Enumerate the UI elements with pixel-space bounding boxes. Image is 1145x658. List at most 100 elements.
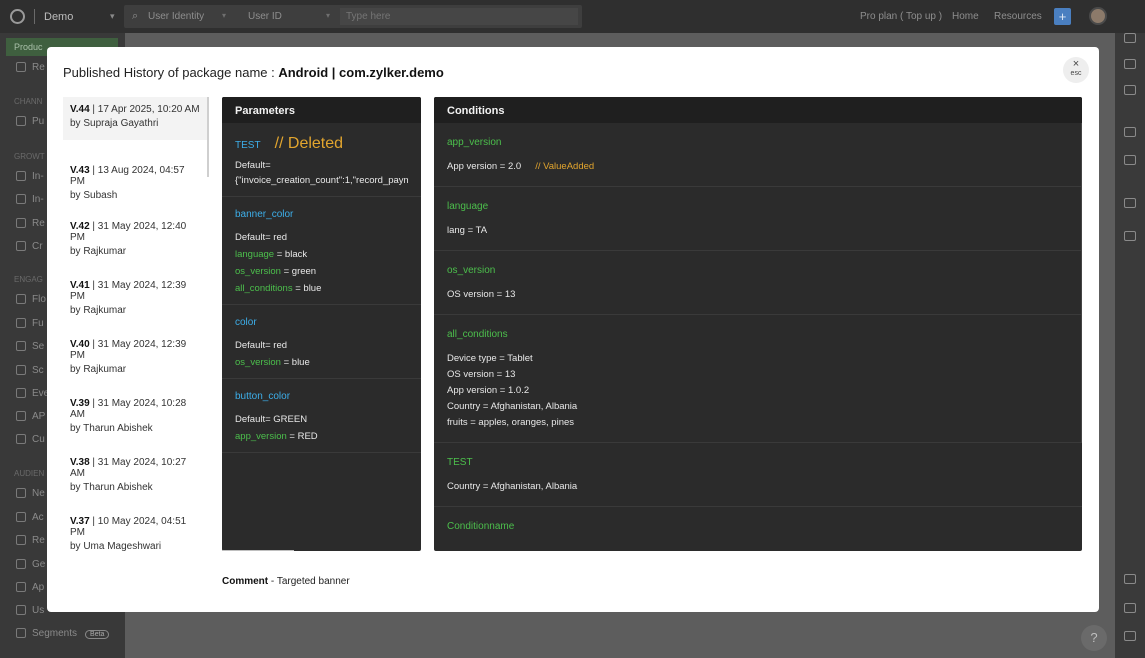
condition-ref: language	[235, 249, 275, 260]
menu-item-icon	[16, 411, 26, 422]
sidebar-section-label: GROWT	[14, 152, 45, 161]
condition-ref: app_version	[235, 431, 287, 442]
help-icon[interactable]: ?	[1081, 625, 1107, 651]
device-icon[interactable]	[1124, 127, 1136, 137]
condition-name: os_version	[447, 265, 496, 276]
search-bar: ⌕ User Identity ▾ User ID ▾	[124, 5, 582, 28]
parameter-heading: TEST // Deleted	[235, 135, 408, 153]
swap-icon[interactable]	[1124, 59, 1136, 69]
version-item[interactable]: V.44 | 17 Apr 2025, 10:20 AM by Supraja …	[63, 97, 208, 140]
list-icon[interactable]	[1124, 631, 1136, 641]
sidebar-item-label: Se	[32, 341, 45, 352]
sidebar-item-label: Sc	[32, 365, 44, 376]
version-author: by Rajkumar	[70, 305, 127, 316]
nav-home[interactable]: Home	[952, 11, 979, 22]
sidebar-item-label: Ne	[32, 488, 45, 499]
app-background: Demo ▾ ⌕ User Identity ▾ User ID ▾ Pro p…	[0, 0, 1145, 658]
search-icon: ⌕	[132, 10, 139, 22]
search-field-select[interactable]: User ID	[248, 11, 282, 22]
search-input[interactable]	[340, 8, 578, 25]
parameter-name: banner_color	[235, 209, 294, 220]
condition-value: Country = Afghanistan, Albania	[447, 481, 578, 492]
settings-icon[interactable]	[1124, 603, 1136, 613]
search-category-select[interactable]: User Identity	[148, 11, 204, 22]
condition-ref: all_conditions	[235, 283, 293, 294]
parameter-line: Default= red	[235, 340, 408, 351]
version-author: by Supraja Gayathri	[70, 118, 159, 129]
play-store-icon[interactable]	[1124, 231, 1136, 241]
panel-scrollbar[interactable]	[222, 550, 294, 551]
sidebar-item-label: Pu	[32, 116, 45, 127]
code-icon[interactable]	[1124, 85, 1136, 95]
parameter-block: banner_color Default= red language = bla…	[222, 197, 421, 305]
close-button[interactable]: × esc	[1063, 57, 1089, 83]
menu-item-icon	[16, 512, 26, 523]
users-icon[interactable]	[1124, 33, 1136, 43]
menu-item-icon	[16, 171, 26, 182]
parameter-block: color Default= red os_version = blue	[222, 305, 421, 379]
sidebar-item-label: Ge	[32, 559, 46, 570]
parameter-value: {"invoice_creation_count":1,"record_paym…	[235, 175, 408, 186]
menu-item-icon	[16, 559, 26, 570]
menu-item-icon	[16, 116, 26, 127]
sidebar-item-label: Re	[32, 535, 45, 546]
condition-name: app_version	[447, 137, 502, 148]
sidebar-item-label: In-	[32, 194, 44, 205]
chevron-down-icon: ▾	[222, 11, 227, 20]
version-item[interactable]: V.38 | 31 May 2024, 10:27 AM by Tharun A…	[63, 450, 208, 509]
chevron-down-icon: ▾	[326, 11, 331, 20]
version-author: by Rajkumar	[70, 364, 127, 375]
parameter-block: TEST // Deleted Default= {"invoice_creati…	[222, 123, 421, 197]
version-item[interactable]: V.37 | 10 May 2024, 04:51 PM by Uma Mage…	[63, 509, 208, 568]
modal-title-prefix: Published History of package name :	[63, 65, 279, 80]
sidebar-item-segments[interactable]: Segments Beta	[16, 628, 116, 642]
version-list-scrollbar[interactable]	[207, 97, 209, 177]
avatar[interactable]	[1089, 7, 1107, 25]
version-item[interactable]: V.43 | 13 Aug 2024, 04:57 PM by Subash	[63, 140, 208, 214]
version-number: V.37	[70, 516, 90, 527]
conditions-scrollbar[interactable]	[1081, 123, 1082, 443]
version-item[interactable]: V.42 | 31 May 2024, 12:40 PM by Rajkumar	[63, 214, 208, 273]
version-item[interactable]: V.40 | 31 May 2024, 12:39 PM by Rajkumar	[63, 332, 208, 391]
package-name: Android | com.zylker.demo	[278, 65, 444, 80]
nav-resources[interactable]: Resources	[994, 11, 1042, 22]
logo-icon[interactable]	[10, 9, 25, 24]
app-selector[interactable]: Demo	[44, 11, 73, 23]
version-list: V.44 | 17 Apr 2025, 10:20 AM by Supraja …	[63, 97, 208, 587]
version-info: V.42 | 31 May 2024, 12:40 PM	[70, 221, 201, 243]
parameter-value: = blue	[292, 283, 322, 294]
condition-value: OS version = 13	[447, 369, 516, 380]
modal-title: Published History of package name : Andr…	[63, 65, 444, 80]
parameters-panel: Parameters TEST // Deleted Default= {"inv…	[222, 97, 421, 551]
parameter-value: = blue	[280, 357, 310, 368]
condition-name: TEST	[447, 457, 473, 468]
document-icon[interactable]	[1124, 155, 1136, 165]
parameter-line: {"invoice_creation_count":1,"record_paym…	[235, 175, 408, 186]
parameter-value: Default= red	[235, 340, 288, 351]
parameter-value: = black	[274, 249, 308, 260]
sidebar-item-label: Cr	[32, 241, 43, 252]
plan-link[interactable]: Pro plan ( Top up )	[860, 11, 942, 22]
sidebar-item-label: AP	[32, 411, 46, 422]
segments-icon	[16, 628, 26, 639]
condition-name: language	[447, 201, 489, 212]
menu-item-icon	[16, 488, 26, 499]
chevron-down-icon: ▾	[110, 11, 115, 21]
version-author: by Uma Mageshwari	[70, 541, 162, 552]
add-button[interactable]: +	[1054, 8, 1071, 25]
menu-item-icon	[16, 294, 26, 305]
apple-icon[interactable]	[1124, 198, 1136, 208]
chat-icon[interactable]	[1124, 574, 1136, 584]
condition-line: App version = 2.0 // ValueAdded	[447, 161, 1069, 172]
menu-item-icon	[16, 62, 26, 73]
version-item[interactable]: V.41 | 31 May 2024, 12:39 PM by Rajkumar	[63, 273, 208, 332]
deleted-tag: // Deleted	[274, 135, 344, 152]
version-item[interactable]: V.39 | 31 May 2024, 10:28 AM by Tharun A…	[63, 391, 208, 450]
menu-item-icon	[16, 218, 26, 229]
condition-value: App version = 2.0	[447, 161, 522, 172]
menu-item-icon	[16, 388, 26, 399]
version-author: by Rajkumar	[70, 246, 127, 257]
menu-item-icon	[16, 318, 26, 329]
sidebar-section-label: AUDIEN	[14, 469, 45, 478]
parameter-value: Default= GREEN	[235, 414, 308, 425]
